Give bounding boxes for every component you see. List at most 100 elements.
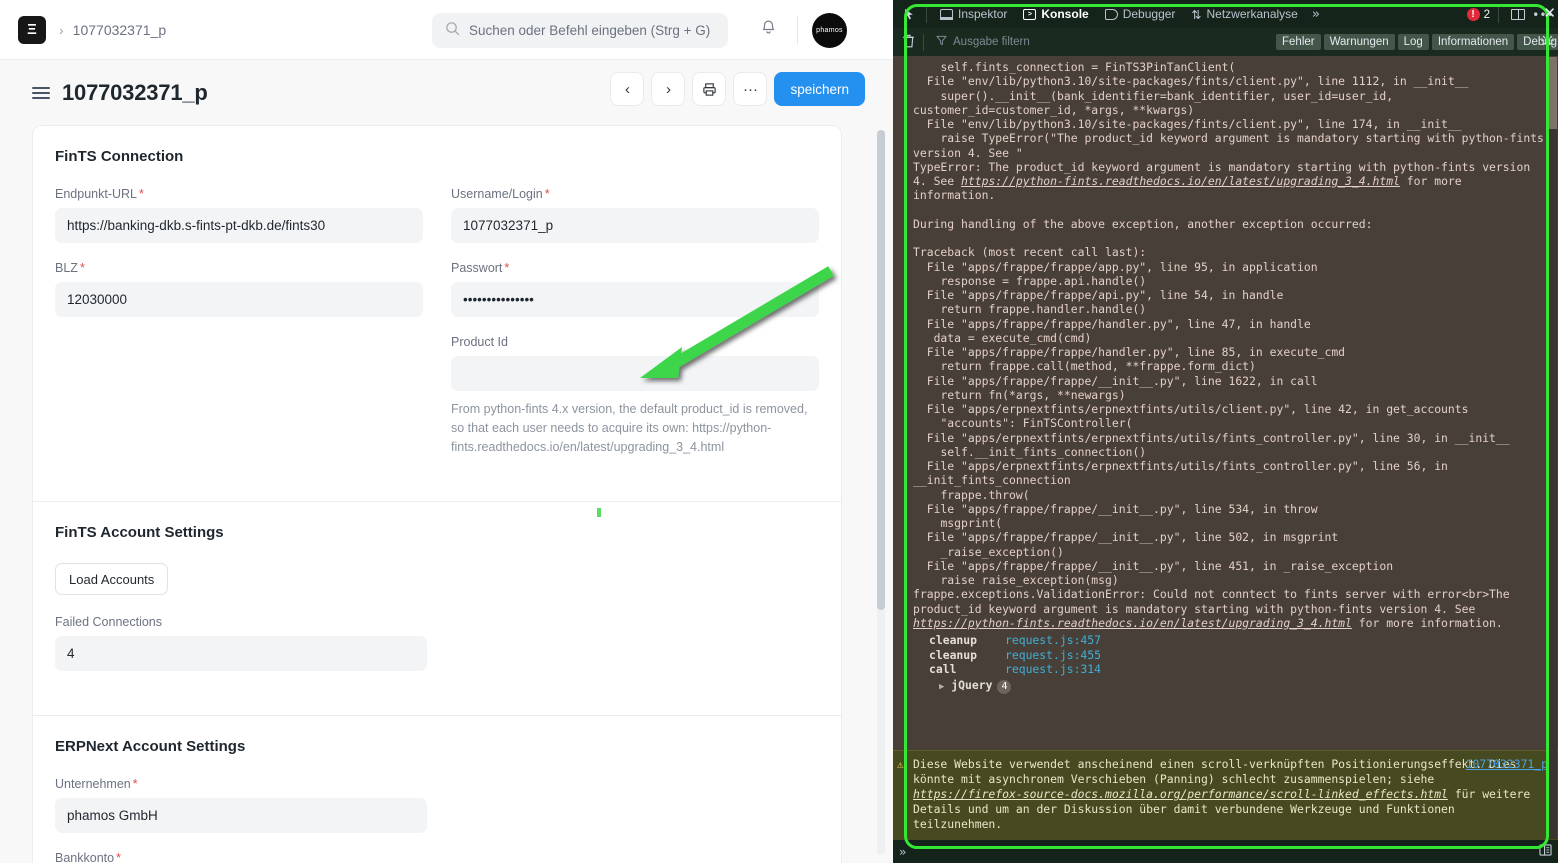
toolbar-overflow-chevron[interactable]: » bbox=[1306, 7, 1326, 22]
element-picker-icon[interactable] bbox=[899, 8, 921, 21]
network-icon: ⇅ bbox=[1191, 7, 1202, 22]
filter-warnungen[interactable]: Warnungen bbox=[1323, 34, 1395, 50]
tab-label: Konsole bbox=[1041, 7, 1089, 21]
statusbar-overflow-chevron[interactable]: » bbox=[899, 845, 906, 859]
product-id-input[interactable] bbox=[451, 356, 819, 391]
form-scroll-area: FinTS Connection Endpunkt-URL* BLZ* bbox=[0, 125, 893, 863]
sidebar-toggle-icon[interactable] bbox=[32, 86, 50, 99]
console-stack-frames: cleanup request.js:457 cleanup request.j… bbox=[893, 633, 1558, 698]
devtools-statusbar: » bbox=[893, 840, 1558, 863]
required-marker: * bbox=[116, 851, 121, 863]
prev-record-button[interactable]: ‹ bbox=[610, 72, 645, 106]
stack-frame[interactable]: cleanup request.js:455 bbox=[929, 648, 1558, 663]
filter-fehler[interactable]: Fehler bbox=[1276, 34, 1321, 50]
toolbar-divider bbox=[926, 5, 927, 23]
tab-konsole[interactable]: > Konsole bbox=[1015, 0, 1096, 29]
frame-function: call bbox=[929, 662, 957, 676]
jquery-group-row[interactable]: ▶ jQuery 4 bbox=[929, 678, 1558, 695]
warning-text-1: Diese Website verwendet anscheinend eine… bbox=[913, 757, 1517, 786]
expand-triangle-icon[interactable]: ▶ bbox=[939, 682, 944, 692]
field-username-login: Username/Login * bbox=[451, 187, 819, 243]
dock-icon[interactable] bbox=[1507, 4, 1529, 26]
console-scrollbar-thumb[interactable] bbox=[1548, 57, 1557, 129]
save-button[interactable]: speichern bbox=[774, 72, 865, 106]
error-body-2: for more information. During handling of… bbox=[913, 174, 1510, 616]
tab-netzwerkanalyse[interactable]: ⇅ Netzwerkanalyse bbox=[1183, 0, 1305, 29]
print-button[interactable] bbox=[692, 72, 727, 106]
close-icon[interactable]: ✕ bbox=[1543, 4, 1556, 22]
annotation-dot bbox=[597, 508, 601, 517]
avatar[interactable]: phamos bbox=[812, 13, 847, 48]
required-marker: * bbox=[139, 187, 144, 201]
more-actions-button[interactable]: ··· bbox=[733, 72, 768, 106]
form-column-left: Unternehmen* Bankkonto* bbox=[55, 777, 427, 863]
error-body-3: for more information. bbox=[1351, 615, 1503, 630]
console-filter-input[interactable]: Ausgabe filtern bbox=[936, 35, 1030, 49]
devtools-toolbar-right: ! 2 ••• bbox=[1466, 0, 1554, 29]
global-search-input[interactable]: Suchen oder Befehl eingeben (Strg + G) bbox=[432, 13, 728, 48]
console-level-filters: Fehler Warnungen Log Informationen Debug… bbox=[1276, 34, 1558, 50]
page-title: 1077032371_p bbox=[62, 79, 208, 105]
tab-debugger[interactable]: Debugger bbox=[1097, 0, 1184, 29]
field-label: Username/Login * bbox=[451, 187, 550, 201]
stack-frame[interactable]: cleanup request.js:457 bbox=[929, 633, 1558, 648]
brand-logo-icon[interactable]: Ξ bbox=[18, 15, 46, 44]
console-scrollbar[interactable] bbox=[1548, 57, 1557, 839]
form-column-right: Username/Login* Passwort* Product Id Fro… bbox=[451, 187, 819, 475]
error-doc-link-2[interactable]: https://python-fints.readthedocs.io/en/l… bbox=[913, 616, 1352, 630]
field-label: Unternehmen * bbox=[55, 777, 138, 791]
unternehmen-input[interactable] bbox=[55, 798, 427, 833]
jquery-count-badge: 4 bbox=[997, 679, 1012, 694]
frame-location[interactable]: request.js:314 bbox=[1005, 662, 1101, 677]
warning-source-link[interactable]: 1077032371_p bbox=[1466, 757, 1548, 772]
breadcrumb-current[interactable]: 1077032371_p bbox=[73, 22, 166, 38]
frame-location[interactable]: request.js:457 bbox=[1005, 633, 1101, 648]
error-doc-link-1[interactable]: https://python-fints.readthedocs.io/en/l… bbox=[961, 174, 1400, 188]
field-blz: BLZ * bbox=[55, 261, 423, 317]
warning-doc-link[interactable]: https://firefox-source-docs.mozilla.org/… bbox=[913, 787, 1448, 801]
form-card: FinTS Connection Endpunkt-URL* BLZ* bbox=[32, 125, 842, 863]
error-icon: ! bbox=[1466, 8, 1480, 21]
endpunkt-url-input[interactable] bbox=[55, 208, 423, 243]
field-failed-connections: Failed Connections bbox=[55, 615, 427, 671]
app-scrollbar-thumb[interactable] bbox=[877, 130, 885, 610]
page-actions: ‹ › ··· speichern bbox=[610, 72, 865, 106]
next-record-button[interactable]: › bbox=[651, 72, 686, 106]
console-output[interactable]: self.fints_connection = FinTS3PinTanClie… bbox=[893, 56, 1558, 840]
field-label: Endpunkt-URL * bbox=[55, 187, 144, 201]
frame-location[interactable]: request.js:455 bbox=[1005, 648, 1101, 663]
funnel-icon bbox=[936, 35, 947, 49]
field-passwort: Passwort * bbox=[451, 261, 819, 317]
frame-function: cleanup bbox=[929, 633, 978, 647]
field-unternehmen: Unternehmen * bbox=[55, 777, 427, 833]
required-marker: * bbox=[544, 187, 550, 201]
console-icon: > bbox=[1023, 8, 1037, 20]
required-marker: * bbox=[79, 261, 85, 275]
error-count-badge[interactable]: ! 2 bbox=[1466, 8, 1490, 21]
filter-log[interactable]: Log bbox=[1397, 34, 1429, 50]
stack-frame[interactable]: call request.js:314 bbox=[929, 662, 1558, 677]
blz-input[interactable] bbox=[55, 282, 423, 317]
jquery-label: jQuery bbox=[951, 677, 993, 692]
tab-inspektor[interactable]: Inspektor bbox=[932, 0, 1015, 29]
app-scrollbar[interactable] bbox=[877, 130, 885, 855]
inspector-icon bbox=[940, 8, 953, 20]
error-body-1: self.fints_connection = FinTS3PinTanClie… bbox=[913, 60, 1544, 188]
search-icon bbox=[445, 21, 460, 41]
split-console-icon[interactable] bbox=[1539, 844, 1552, 859]
bell-icon[interactable] bbox=[760, 19, 777, 42]
field-label: BLZ * bbox=[55, 261, 85, 275]
section-fints-connection: FinTS Connection Endpunkt-URL* BLZ* bbox=[33, 126, 841, 501]
filter-informationen[interactable]: Informationen bbox=[1431, 34, 1515, 50]
filterbar-divider bbox=[923, 33, 924, 51]
section-title: FinTS Account Settings bbox=[55, 524, 224, 541]
load-accounts-button[interactable]: Load Accounts bbox=[55, 563, 169, 595]
tab-label: Inspektor bbox=[958, 7, 1008, 21]
gear-icon[interactable] bbox=[1541, 33, 1554, 51]
trash-icon[interactable] bbox=[898, 34, 918, 51]
passwort-input[interactable] bbox=[451, 282, 819, 317]
section-title: ERPNext Account Settings bbox=[55, 738, 246, 755]
failed-connections-input[interactable] bbox=[55, 636, 427, 671]
username-login-input[interactable] bbox=[451, 208, 819, 243]
warning-icon: ⚠ bbox=[897, 758, 904, 771]
